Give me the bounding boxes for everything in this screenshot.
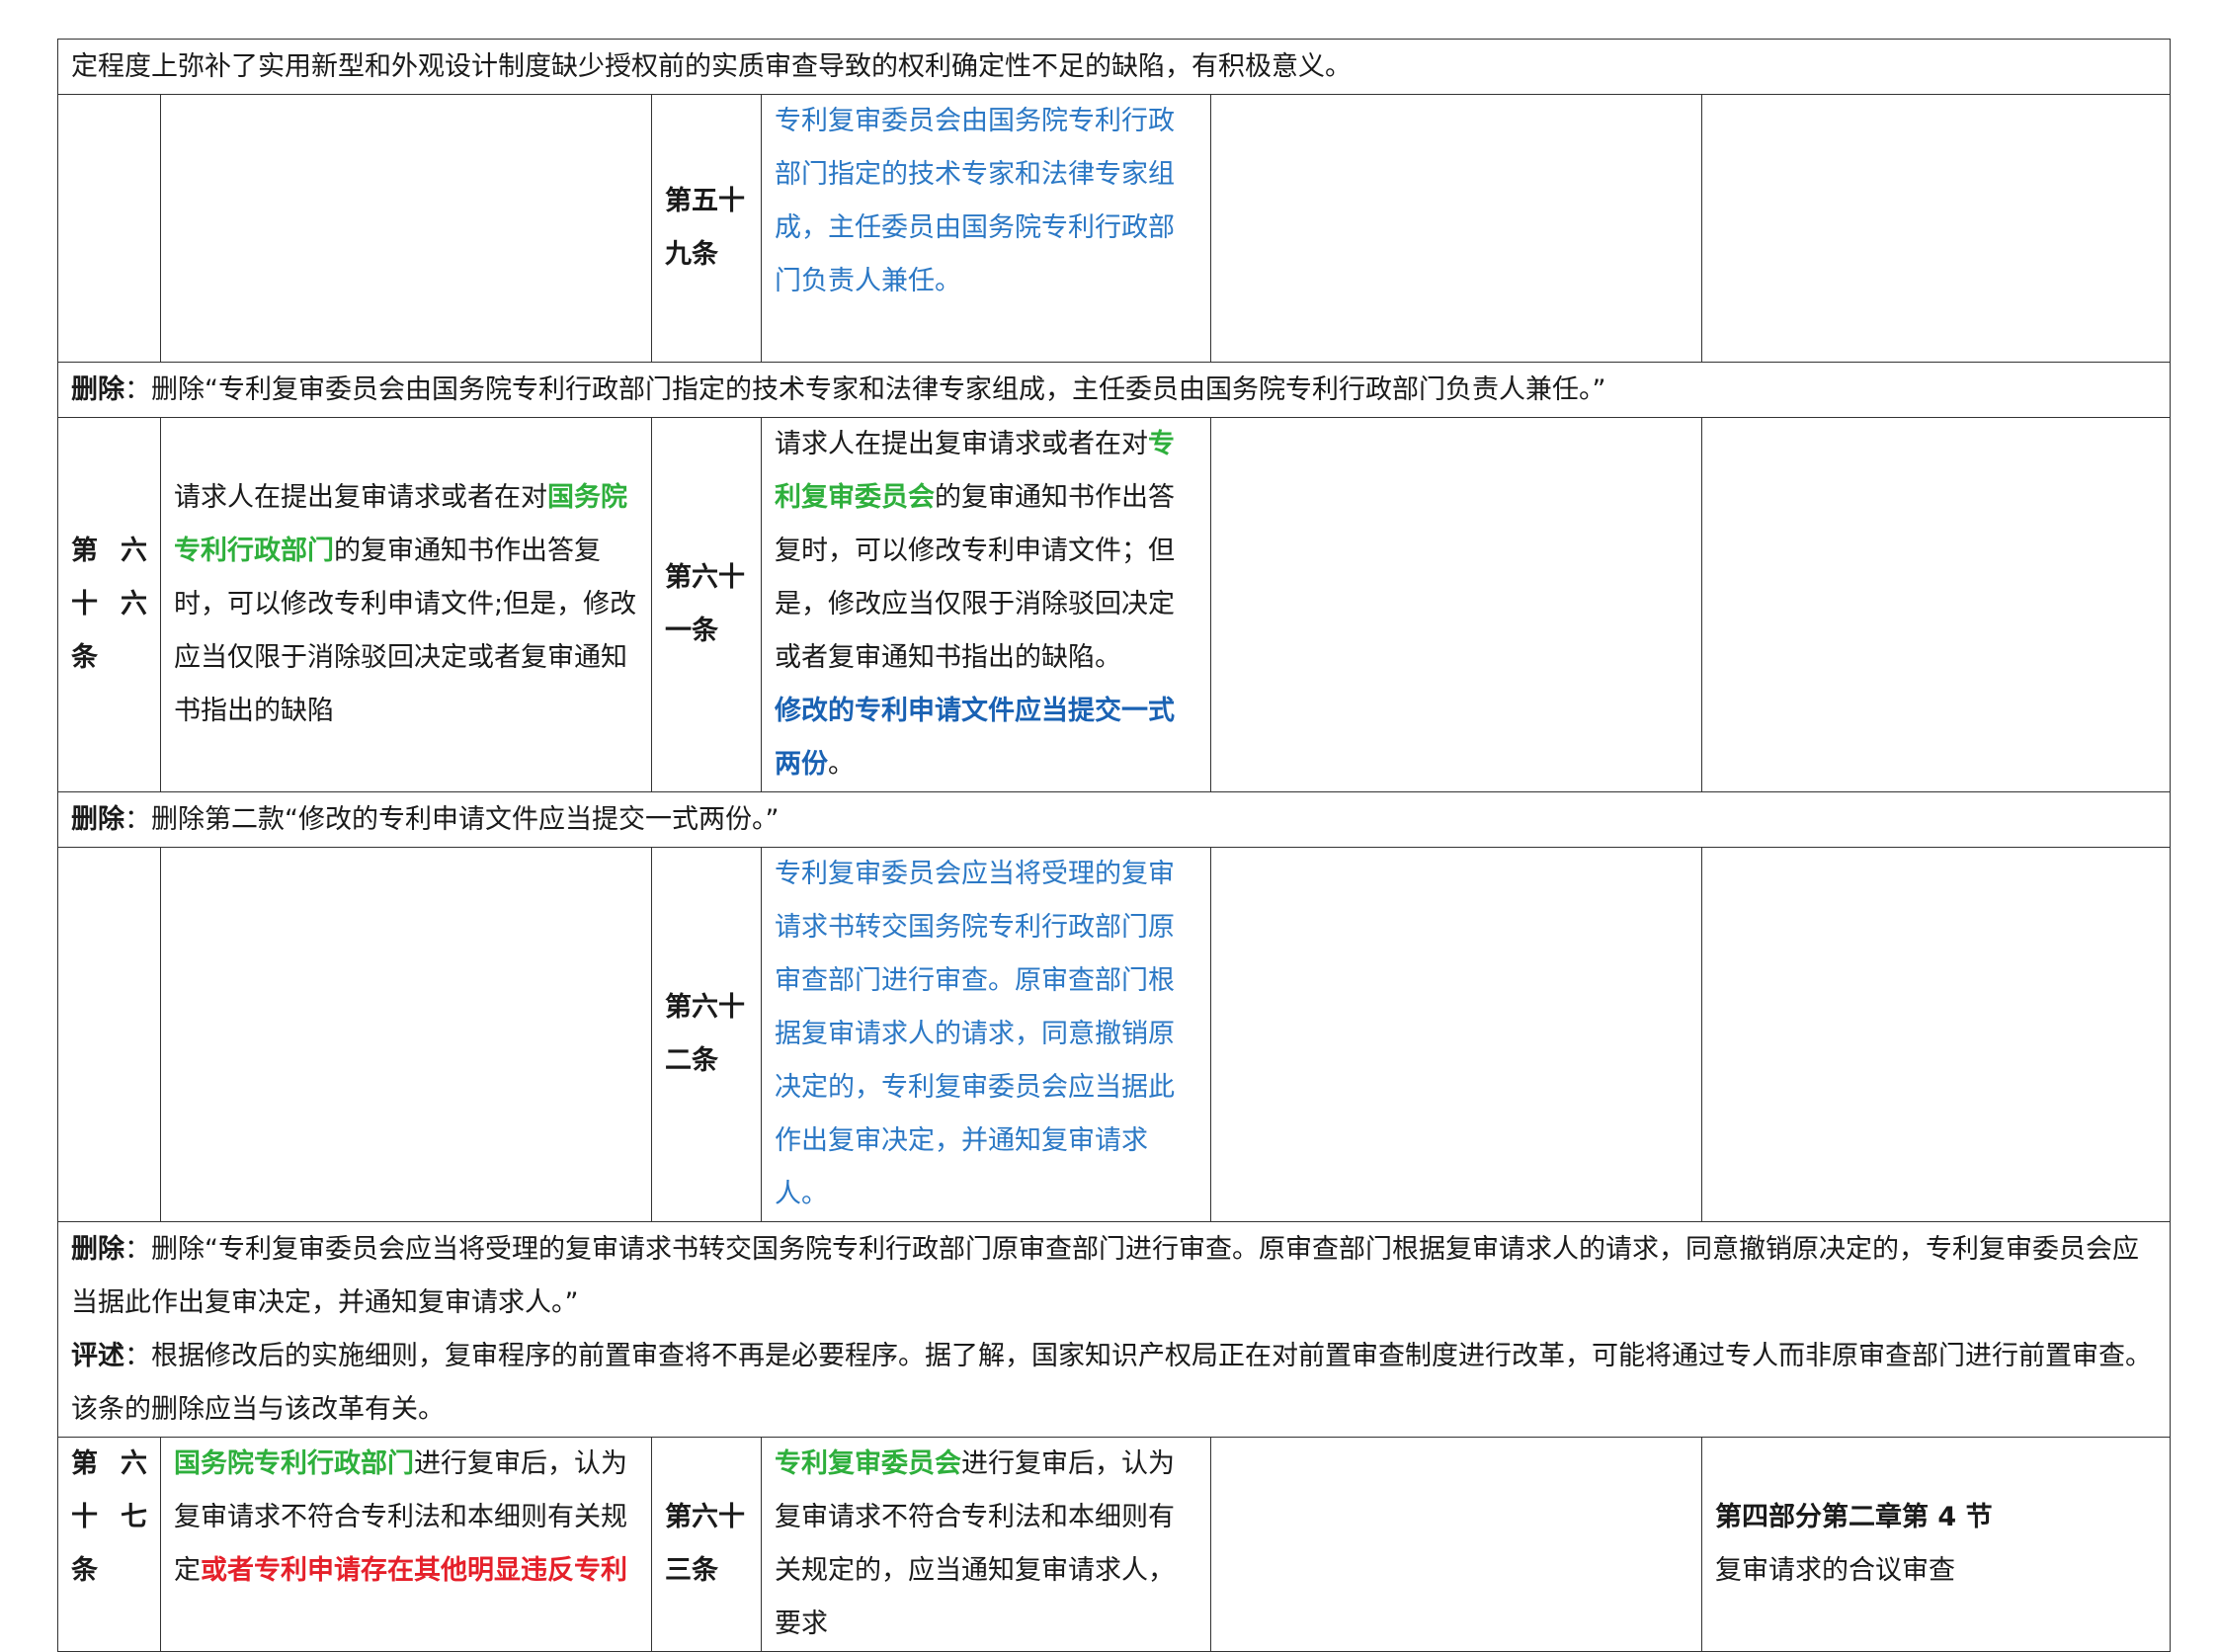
note-label: 删除 [71, 373, 124, 405]
deletion-note: 删除：删除“专利复审委员会应当将受理的复审请求书转交国务院专利行政部门原审查部门… [57, 1221, 2171, 1438]
note-label: 删除 [71, 803, 124, 835]
old-article-line: 条 [71, 642, 98, 673]
new-text-cell: 专利复审委员会进行复审后，认为复审请求不符合专利法和本细则有关规定的，应当通知复… [761, 1437, 1211, 1652]
note-paragraph: 删除：删除“专利复审委员会应当将受理的复审请求书转交国务院专利行政部门原审查部门… [71, 1223, 2157, 1330]
new-article-line: 三条 [665, 1555, 718, 1586]
old-article-cell [57, 847, 161, 1222]
empty-cell [1210, 417, 1702, 792]
note-text: ：删除“专利复审委员会由国务院专利行政部门指定的技术专家和法律专家组成，主任委员… [124, 373, 1606, 405]
old-text-cell [160, 94, 652, 363]
new-text-highlight: 专利复审委员会 [775, 1448, 961, 1479]
comparison-table: 定程度上弥补了实用新型和外观设计制度缺少授权前的实质审查导致的权利确定性不足的缺… [57, 39, 2171, 1652]
note-row: 删除：删除“专利复审委员会应当将受理的复审请求书转交国务院专利行政部门原审查部门… [57, 1221, 2171, 1438]
deletion-note: 删除：删除第二款“修改的专利申请文件应当提交一式两份。” [57, 791, 2171, 848]
new-article-line: 第六十 [665, 562, 745, 593]
new-article-cell: 第六十 三条 [651, 1437, 762, 1652]
note-text: ：删除第二款“修改的专利申请文件应当提交一式两份。” [124, 803, 780, 835]
old-article-line: 条 [71, 1555, 98, 1586]
guideline-title: 第四部分第二章第 4 节 [1715, 1502, 1993, 1532]
empty-cell [1701, 94, 2171, 363]
table-row: 第六十 二条 专利复审委员会应当将受理的复审请求书转交国务院专利行政部门原审查部… [57, 847, 2171, 1222]
note-row: 定程度上弥补了实用新型和外观设计制度缺少授权前的实质审查导致的权利确定性不足的缺… [57, 39, 2171, 95]
old-text-highlight: 国务院专利行政部门 [174, 1448, 414, 1479]
deletion-note: 删除：删除“专利复审委员会由国务院专利行政部门指定的技术专家和法律专家组成，主任… [57, 362, 2171, 418]
old-text: 请求人在提出复审请求或者在对 [174, 482, 547, 513]
new-article-line: 一条 [665, 616, 718, 646]
new-article-line: 第六十 [665, 1502, 745, 1532]
empty-cell [1701, 417, 2171, 792]
new-text-cell: 专利复审委员会由国务院专利行政部门指定的技术专家和法律专家组成，主任委员由国务院… [761, 94, 1211, 363]
comment-paragraph: 评述：根据修改后的实施细则，复审程序的前置审查将不再是必要程序。据了解，国家知识… [71, 1330, 2157, 1437]
new-article-cell: 第五十 九条 [651, 94, 762, 363]
old-article-cell: 第 六 十 六 条 [57, 417, 161, 792]
empty-cell [1210, 94, 1702, 363]
new-article-line: 九条 [665, 239, 718, 270]
table-row: 第 六 十 六 条 请求人在提出复审请求或者在对国务院专利行政部门的复审通知书作… [57, 417, 2171, 792]
new-article-cell: 第六十 一条 [651, 417, 762, 792]
new-article-line: 第六十 [665, 992, 745, 1023]
note-text: ：删除“专利复审委员会应当将受理的复审请求书转交国务院专利行政部门原审查部门进行… [71, 1233, 2139, 1318]
note-row: 删除：删除第二款“修改的专利申请文件应当提交一式两份。” [57, 791, 2171, 848]
note-row: 删除：删除“专利复审委员会由国务院专利行政部门指定的技术专家和法律专家组成，主任… [57, 362, 2171, 418]
guideline-cell: 第四部分第二章第 4 节 复审请求的合议审查 [1701, 1437, 2171, 1652]
new-text: 。 [828, 749, 855, 780]
new-article-line: 第五十 [665, 186, 745, 216]
old-article-line: 十 六 [71, 589, 147, 620]
old-text-cell: 请求人在提出复审请求或者在对国务院专利行政部门的复审通知书作出答复时，可以修改专… [160, 417, 652, 792]
note-label: 删除 [71, 1233, 124, 1265]
table-row: 第五十 九条 专利复审委员会由国务院专利行政部门指定的技术专家和法律专家组成，主… [57, 94, 2171, 363]
old-article-line: 十 七 [71, 1502, 147, 1532]
new-text-cell: 请求人在提出复审请求或者在对专利复审委员会的复审通知书作出答复时，可以修改专利申… [761, 417, 1211, 792]
table-row: 第 六 十 七 条 国务院专利行政部门进行复审后，认为复审请求不符合专利法和本细… [57, 1437, 2171, 1652]
old-article-line: 第 六 [71, 536, 147, 566]
new-article-cell: 第六十 二条 [651, 847, 762, 1222]
old-article-cell [57, 94, 161, 363]
comment-label: 评述 [71, 1340, 124, 1371]
comment-text: ：根据修改后的实施细则，复审程序的前置审查将不再是必要程序。据了解，国家知识产权… [71, 1340, 2152, 1425]
old-article-line: 第 六 [71, 1448, 147, 1479]
new-text: 请求人在提出复审请求或者在对 [775, 429, 1148, 459]
old-text-cell [160, 847, 652, 1222]
empty-cell [1210, 1437, 1702, 1652]
guideline-text: 复审请求的合议审查 [1715, 1555, 1955, 1586]
old-text-added: 或者专利申请存在其他明显违反专利 [201, 1555, 627, 1586]
old-text-cell: 国务院专利行政部门进行复审后，认为复审请求不符合专利法和本细则有关规定或者专利申… [160, 1437, 652, 1652]
empty-cell [1701, 847, 2171, 1222]
new-text-cell: 专利复审委员会应当将受理的复审请求书转交国务院专利行政部门原审查部门进行审查。原… [761, 847, 1211, 1222]
empty-cell [1210, 847, 1702, 1222]
top-note: 定程度上弥补了实用新型和外观设计制度缺少授权前的实质审查导致的权利确定性不足的缺… [57, 39, 2171, 95]
old-article-cell: 第 六 十 七 条 [57, 1437, 161, 1652]
new-article-line: 二条 [665, 1045, 718, 1076]
